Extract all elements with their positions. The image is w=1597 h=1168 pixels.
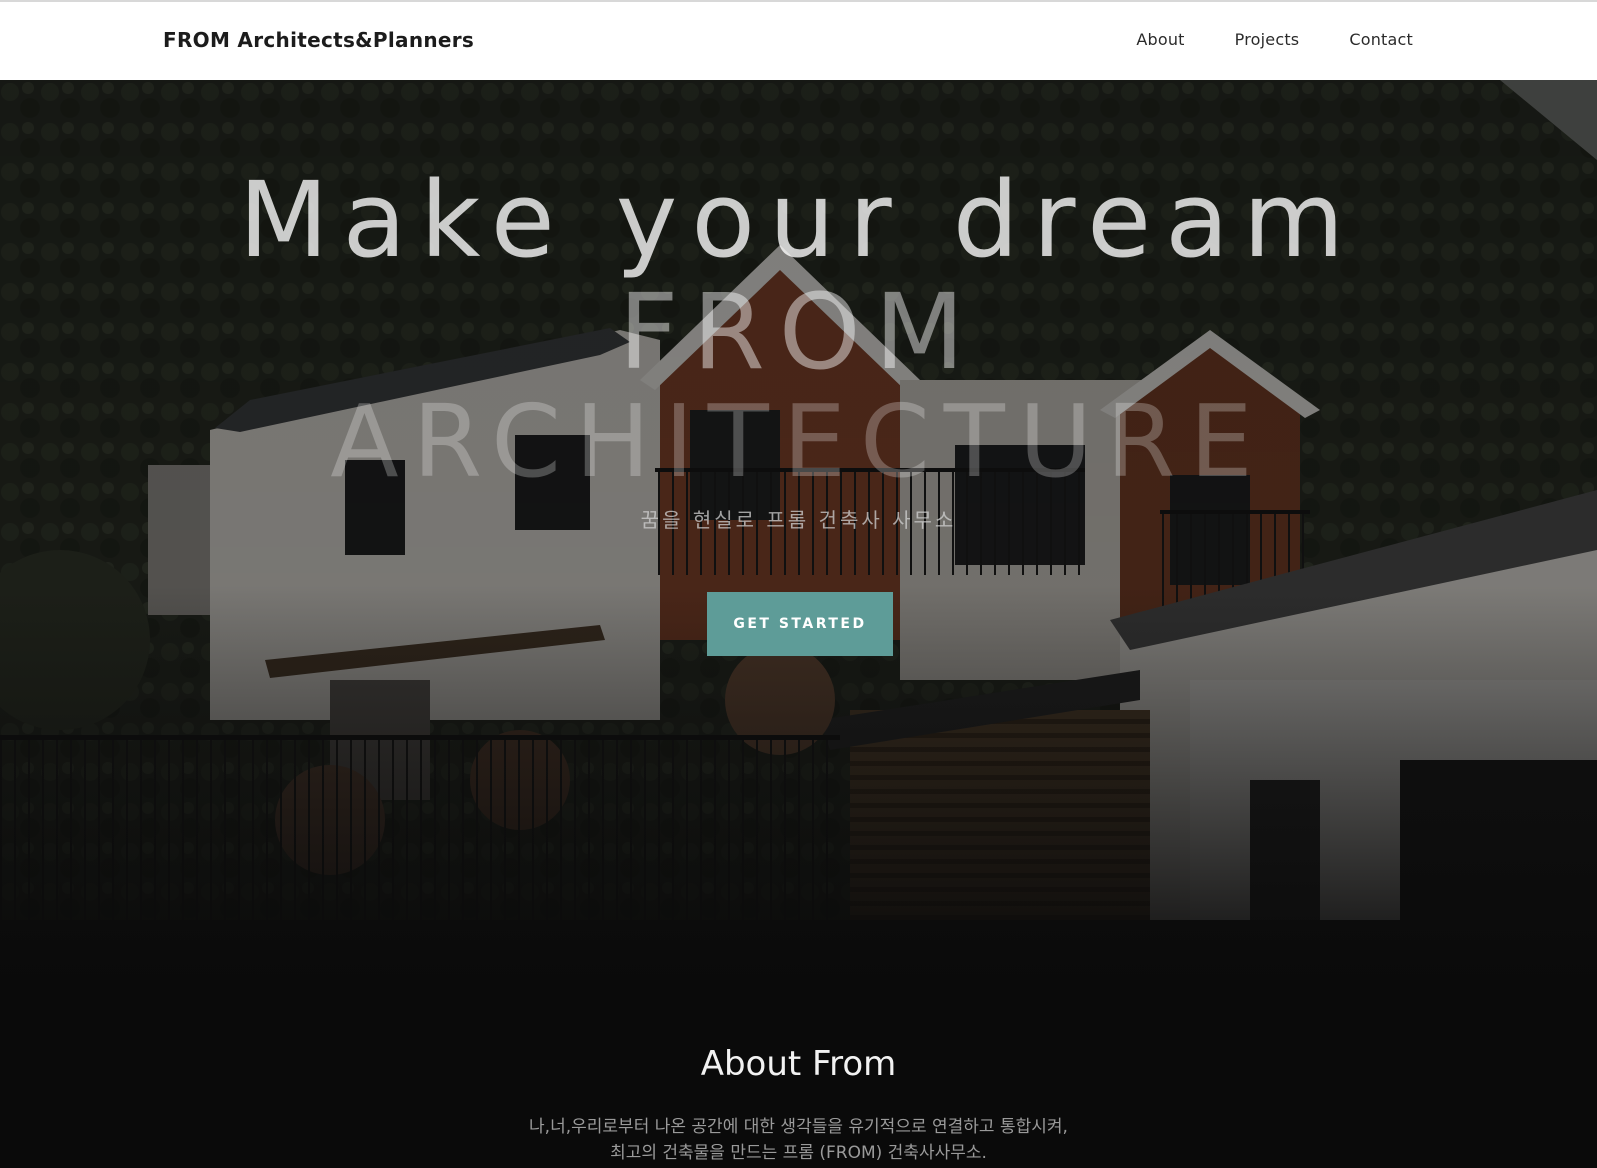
- about-description: 나,너,우리로부터 나온 공간에 대한 생각들을 유기적으로 연결하고 통합시켜…: [0, 1114, 1597, 1166]
- about-section: About From 나,너,우리로부터 나온 공간에 대한 생각들을 유기적으…: [0, 1000, 1597, 1168]
- hero-section: Make your dream FROM ARCHITECTURE 꿈을 현실로…: [0, 80, 1597, 1000]
- get-started-button[interactable]: GET STARTED: [707, 592, 893, 656]
- nav-link-contact[interactable]: Contact: [1349, 30, 1413, 49]
- nav-link-about[interactable]: About: [1136, 30, 1184, 49]
- navbar: FROM Architects&Planners About Projects …: [0, 0, 1597, 80]
- hero-title-line1: Make your dream: [238, 159, 1359, 281]
- about-description-line1: 나,너,우리로부터 나온 공간에 대한 생각들을 유기적으로 연결하고 통합시켜…: [529, 1117, 1068, 1137]
- about-description-line2: 최고의 건축물을 만드는 프롬 (FROM) 건축사사무소.: [610, 1143, 987, 1163]
- hero-title-line3: ARCHITECTURE: [330, 383, 1267, 500]
- nav-link-projects[interactable]: Projects: [1235, 30, 1300, 49]
- brand-logo-link[interactable]: FROM Architects&Planners: [163, 28, 474, 52]
- nav-links: About Projects Contact: [1086, 30, 1413, 49]
- hero-title-line2: FROM: [618, 271, 979, 393]
- about-title: About From: [700, 1044, 897, 1084]
- hero-subtitle: 꿈을 현실로 프롬 건축사 사무소: [640, 508, 957, 532]
